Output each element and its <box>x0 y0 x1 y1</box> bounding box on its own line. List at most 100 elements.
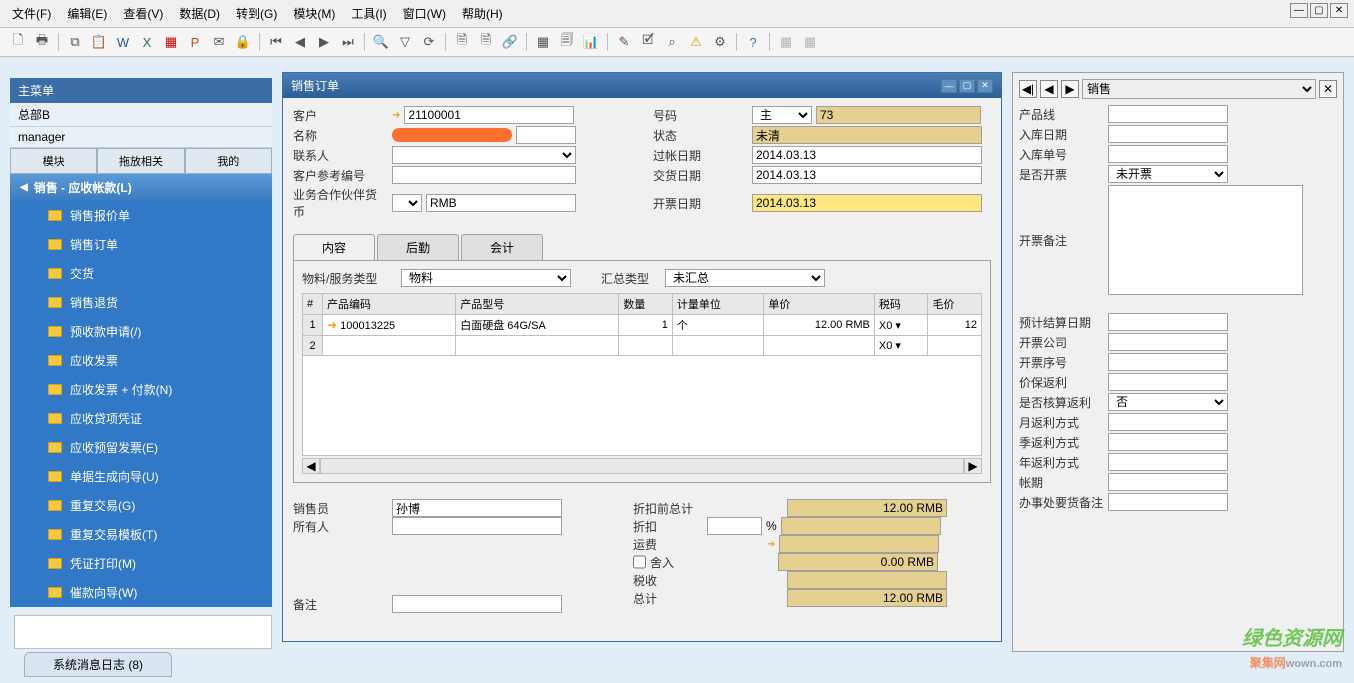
system-msg-log-tab[interactable]: 系统消息日志 (8) <box>24 652 172 677</box>
tool-doc1-icon[interactable]: 🗎 <box>452 32 472 52</box>
inno-input[interactable] <box>1108 145 1228 163</box>
remark-input[interactable] <box>392 595 562 613</box>
table-row[interactable]: 1➜ 100013225白面硬盘 64G/SA1个12.00 RMBX0 ▾12 <box>303 315 982 336</box>
col-header[interactable]: 税码 <box>874 294 928 315</box>
tree-item-4[interactable]: 预收款申请(/) <box>10 317 272 346</box>
col-header[interactable]: 数量 <box>619 294 673 315</box>
tree-item-6[interactable]: 应收发票 + 付款(N) <box>10 375 272 404</box>
postdate-input[interactable] <box>752 146 982 164</box>
tree-item-2[interactable]: 交货 <box>10 259 272 288</box>
tool-excel-icon[interactable]: X <box>137 32 157 52</box>
tool-ppt-icon[interactable]: P <box>185 32 205 52</box>
maximize-icon[interactable]: ▢ <box>1310 3 1328 18</box>
left-tab-module[interactable]: 模块 <box>10 148 97 174</box>
tree-item-9[interactable]: 单据生成向导(U) <box>10 462 272 491</box>
invseq-input[interactable] <box>1108 353 1228 371</box>
tool-mail-icon[interactable]: ✉ <box>209 32 229 52</box>
window-close-icon[interactable]: ✕ <box>977 79 993 93</box>
col-header[interactable]: 毛价 <box>928 294 982 315</box>
indate-input[interactable] <box>1108 125 1228 143</box>
col-header[interactable]: # <box>303 294 323 315</box>
tool-alert-icon[interactable]: ⚠ <box>686 32 706 52</box>
productline-input[interactable] <box>1108 105 1228 123</box>
tool-doc2-icon[interactable]: 🗎 <box>476 32 496 52</box>
freight-link-icon[interactable]: ➜ <box>767 539 775 550</box>
roundoff-checkbox[interactable] <box>633 553 646 571</box>
tab-content[interactable]: 内容 <box>293 234 375 260</box>
tree-item-1[interactable]: 销售订单 <box>10 230 272 259</box>
h-scrollbar[interactable] <box>320 458 964 474</box>
expdate-input[interactable] <box>1108 313 1228 331</box>
tool-refresh-icon[interactable]: ⟳ <box>419 32 439 52</box>
link-arrow-icon[interactable]: ➜ <box>392 110 400 121</box>
tool-extra2-icon[interactable]: ▦ <box>800 32 820 52</box>
monthret-input[interactable] <box>1108 413 1228 431</box>
summarytype-select[interactable]: 未汇总 <box>665 269 825 287</box>
tree-item-10[interactable]: 重复交易(G) <box>10 491 272 520</box>
tab-logistics[interactable]: 后勤 <box>377 234 459 260</box>
tab-accounting[interactable]: 会计 <box>461 234 543 260</box>
tool-print-icon[interactable]: 🖶 <box>32 32 52 52</box>
tool-edit-icon[interactable]: ✎ <box>614 32 634 52</box>
items-table[interactable]: #产品编码产品型号数量计量单位单价税码毛价 1➜ 100013225白面硬盘 6… <box>302 293 982 456</box>
table-row[interactable]: 2X0 ▾ <box>303 336 982 356</box>
tool-lock-icon[interactable]: 🔒 <box>233 32 253 52</box>
baoxiu-input[interactable] <box>1108 373 1228 391</box>
contact-select[interactable] <box>392 146 576 164</box>
menu-help[interactable]: 帮助(H) <box>458 3 507 24</box>
tree-header-sales-ar[interactable]: ◀ 销售 - 应收帐款(L) <box>10 174 272 201</box>
left-tab-mine[interactable]: 我的 <box>185 148 272 174</box>
approved-select[interactable]: 否 <box>1108 393 1228 411</box>
period-input[interactable] <box>1108 473 1228 491</box>
menu-edit[interactable]: 编辑(E) <box>63 3 111 24</box>
menu-file[interactable]: 文件(F) <box>8 3 55 24</box>
minimize-icon[interactable]: — <box>1290 3 1308 18</box>
scroll-left-icon[interactable]: ◀ <box>302 458 320 474</box>
tool-gear-icon[interactable]: ⚙ <box>710 32 730 52</box>
category-select[interactable]: 销售 <box>1082 79 1316 99</box>
panel-close-icon[interactable]: ✕ <box>1319 80 1337 98</box>
delivdate-input[interactable] <box>752 166 982 184</box>
left-tab-dragdrop[interactable]: 拖放相关 <box>97 148 184 174</box>
quarterret-input[interactable] <box>1108 433 1228 451</box>
tool-find-icon[interactable]: 🔍 <box>371 32 391 52</box>
tool-help-icon[interactable]: ? <box>743 32 763 52</box>
name-input[interactable] <box>516 126 576 144</box>
currency-select[interactable] <box>392 194 422 212</box>
tool-extra1-icon[interactable]: ▦ <box>776 32 796 52</box>
window-minimize-icon[interactable]: — <box>941 79 957 93</box>
owner-input[interactable] <box>392 517 562 535</box>
tool-first-icon[interactable]: ⏮ <box>266 32 286 52</box>
nav-prev-icon[interactable]: ◀ <box>1040 80 1058 98</box>
customer-input[interactable] <box>404 106 574 124</box>
tool-last-icon[interactable]: ⏭ <box>338 32 358 52</box>
tree-item-12[interactable]: 凭证打印(M) <box>10 549 272 578</box>
tool-link-icon[interactable]: 🔗 <box>500 32 520 52</box>
tree-item-5[interactable]: 应收发票 <box>10 346 272 375</box>
tree-item-0[interactable]: 销售报价单 <box>10 201 272 230</box>
salesperson-input[interactable] <box>392 499 562 517</box>
tool-chart-icon[interactable]: 📊 <box>581 32 601 52</box>
docnum-input[interactable] <box>816 106 981 124</box>
invremark-textarea[interactable] <box>1108 185 1303 295</box>
docdate-input[interactable] <box>752 194 982 212</box>
tree-item-11[interactable]: 重复交易模板(T) <box>10 520 272 549</box>
tree-item-8[interactable]: 应收预留发票(E) <box>10 433 272 462</box>
tool-copy-icon[interactable]: ⧉ <box>65 32 85 52</box>
menu-window[interactable]: 窗口(W) <box>399 3 450 24</box>
nav-first-icon[interactable]: ◀| <box>1019 80 1037 98</box>
tree-item-13[interactable]: 催款向导(W) <box>10 578 272 607</box>
menu-data[interactable]: 数据(D) <box>175 3 224 24</box>
doc-series-select[interactable]: 主 <box>752 106 812 124</box>
menu-tools[interactable]: 工具(I) <box>347 3 390 24</box>
tool-report-icon[interactable]: 🗐 <box>557 32 577 52</box>
tool-layout-icon[interactable]: ▦ <box>533 32 553 52</box>
menu-view[interactable]: 查看(V) <box>119 3 167 24</box>
yearret-input[interactable] <box>1108 453 1228 471</box>
currency-input[interactable] <box>426 194 576 212</box>
scroll-right-icon[interactable]: ▶ <box>964 458 982 474</box>
ref-input[interactable] <box>392 166 576 184</box>
tool-new-icon[interactable]: 🗋 <box>8 32 28 52</box>
tool-query-icon[interactable]: ⌕ <box>662 32 682 52</box>
col-header[interactable]: 单价 <box>764 294 875 315</box>
